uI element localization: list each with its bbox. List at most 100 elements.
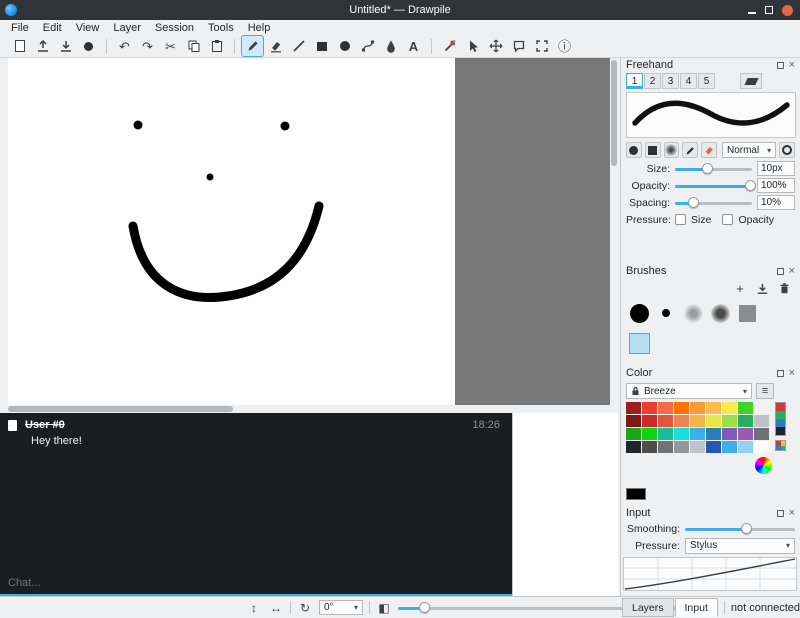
palette-swatch[interactable] <box>690 441 705 453</box>
import-brush-button[interactable] <box>754 280 770 296</box>
close-dock-icon[interactable]: × <box>789 510 795 517</box>
brush-preset-soft-light[interactable] <box>681 301 705 325</box>
minimize-button[interactable] <box>748 12 756 14</box>
color-picker-tool-button[interactable] <box>439 36 460 56</box>
palette-swatch[interactable] <box>626 441 641 453</box>
close-dock-icon[interactable]: × <box>789 268 795 275</box>
palette-select[interactable]: Breeze ▾ <box>626 383 752 399</box>
square-brush-button[interactable] <box>645 142 661 158</box>
palette-swatch[interactable] <box>706 428 721 440</box>
fill-tool-button[interactable] <box>380 36 401 56</box>
tab-layers[interactable]: Layers <box>622 598 674 617</box>
annotation-tool-button[interactable]: A <box>403 36 424 56</box>
opacity-value[interactable]: 100% <box>757 178 795 193</box>
new-document-button[interactable] <box>9 36 30 56</box>
rotation-select[interactable]: 0° ▾ <box>319 600 363 615</box>
canvas-horizontal-scrollbar[interactable] <box>0 405 610 413</box>
size-value[interactable]: 10px <box>757 161 795 176</box>
ellipse-tool-button[interactable] <box>334 36 355 56</box>
spacing-slider-knob[interactable] <box>688 197 699 208</box>
smoothing-slider-knob[interactable] <box>741 523 752 534</box>
freehand-tool-button[interactable] <box>242 36 263 56</box>
current-color-swatch[interactable] <box>626 488 646 500</box>
brush-preset-large-round[interactable] <box>627 301 651 325</box>
eraser-mode-button[interactable] <box>701 142 717 158</box>
palette-swatch[interactable] <box>722 428 737 440</box>
redo-button[interactable]: ↷ <box>137 36 158 56</box>
brush-slot-1[interactable]: 1 <box>626 73 643 89</box>
close-dock-icon[interactable]: × <box>789 370 795 377</box>
zoom-slider-knob[interactable] <box>419 602 430 613</box>
inspector-tool-button[interactable]: ⓘ <box>554 36 575 56</box>
palette-swatch[interactable] <box>626 428 641 440</box>
zoom-tool-button[interactable] <box>531 36 552 56</box>
spacing-value[interactable]: 10% <box>757 195 795 210</box>
brush-slot-2[interactable]: 2 <box>644 73 661 89</box>
opacity-slider-knob[interactable] <box>745 180 756 191</box>
palette-swatch[interactable] <box>706 441 721 453</box>
soft-brush-button[interactable] <box>664 142 680 158</box>
menu-tools[interactable]: Tools <box>201 21 241 35</box>
vertical-scroll-thumb[interactable] <box>611 60 617 166</box>
horizontal-scroll-thumb[interactable] <box>8 406 233 412</box>
brush-preset-soft-dark[interactable] <box>708 301 732 325</box>
palette-view-tab[interactable] <box>775 440 786 451</box>
brush-preset-small-round[interactable] <box>654 301 678 325</box>
palette-swatch[interactable] <box>642 428 657 440</box>
menu-layer[interactable]: Layer <box>106 21 148 35</box>
transform-tool-button[interactable] <box>485 36 506 56</box>
close-dock-icon[interactable]: × <box>789 62 795 69</box>
palette-swatch[interactable] <box>754 428 769 440</box>
float-dock-icon[interactable] <box>777 510 784 517</box>
palette-swatch[interactable] <box>738 402 753 414</box>
drawing-canvas[interactable] <box>8 58 455 405</box>
palette-swatch[interactable] <box>738 428 753 440</box>
undo-button[interactable]: ↶ <box>114 36 135 56</box>
palette-swatch[interactable] <box>642 441 657 453</box>
menu-file[interactable]: File <box>4 21 36 35</box>
rectangle-tool-button[interactable] <box>311 36 332 56</box>
reset-rotation-button[interactable]: ↻ <box>297 601 313 615</box>
palette-swatch[interactable] <box>658 441 673 453</box>
palette-swatch[interactable] <box>690 428 705 440</box>
palette-swatch[interactable] <box>626 402 641 414</box>
selection-tool-button[interactable] <box>462 36 483 56</box>
palette-swatch[interactable] <box>674 428 689 440</box>
brush-slot-5[interactable]: 5 <box>698 73 715 89</box>
tab-input[interactable]: Input <box>675 598 718 617</box>
blend-mode-select[interactable]: Normal ▾ <box>722 142 776 158</box>
laser-pointer-tool-button[interactable] <box>508 36 529 56</box>
pressure-size-checkbox[interactable] <box>675 214 686 225</box>
color-sliders-tab[interactable] <box>775 402 786 436</box>
palette-swatch[interactable] <box>706 415 721 427</box>
spacing-slider[interactable] <box>675 196 752 210</box>
brush-preset-square[interactable] <box>735 301 759 325</box>
palette-swatch[interactable] <box>722 415 737 427</box>
color-wheel-button[interactable] <box>755 457 772 474</box>
fit-width-button[interactable]: ↔ <box>268 601 284 615</box>
size-slider[interactable] <box>675 162 752 176</box>
palette-swatch[interactable] <box>626 415 641 427</box>
float-dock-icon[interactable] <box>777 370 784 377</box>
chat-input[interactable] <box>0 572 512 596</box>
size-slider-knob[interactable] <box>702 163 713 174</box>
palette-swatch[interactable] <box>674 402 689 414</box>
fit-height-button[interactable]: ↕ <box>246 601 262 615</box>
pen-mode-button[interactable] <box>682 142 698 158</box>
palette-swatch[interactable] <box>642 415 657 427</box>
float-dock-icon[interactable] <box>777 268 784 275</box>
delete-brush-button[interactable] <box>776 280 792 296</box>
palette-swatch[interactable] <box>674 441 689 453</box>
palette-swatch[interactable] <box>722 441 737 453</box>
eraser-slot-tab[interactable] <box>740 73 762 89</box>
palette-swatch[interactable] <box>642 402 657 414</box>
pressure-mode-select[interactable]: Stylus ▾ <box>685 538 795 554</box>
smoothing-slider[interactable] <box>685 522 795 536</box>
cut-button[interactable]: ✂ <box>160 36 181 56</box>
palette-swatch[interactable] <box>690 402 705 414</box>
palette-swatch[interactable] <box>674 415 689 427</box>
brush-slot-3[interactable]: 3 <box>662 73 679 89</box>
menu-help[interactable]: Help <box>241 21 278 35</box>
palette-swatch[interactable] <box>722 402 737 414</box>
palette-menu-button[interactable]: ≡ <box>756 383 774 399</box>
